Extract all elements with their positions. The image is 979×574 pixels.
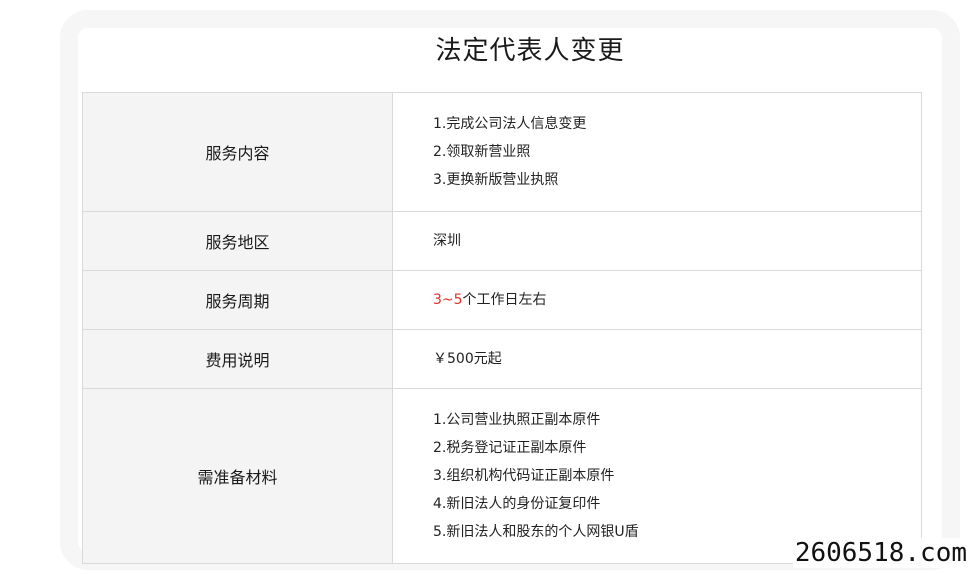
row-label: 需准备材料 [82, 388, 393, 564]
list-item: 2.税务登记证正副本原件 [433, 440, 587, 456]
row-value: 深圳 [392, 211, 922, 271]
row-value: 3~5个工作日左右 [392, 270, 922, 330]
table-row: 服务内容 1.完成公司法人信息变更 2.领取新营业照 3.更换新版营业执照 [82, 92, 922, 212]
table-row: 服务地区 深圳 [82, 211, 922, 271]
list-item: 2.领取新营业照 [433, 144, 531, 160]
service-period: 3~5个工作日左右 [433, 286, 921, 314]
row-value: ￥500元起 [392, 329, 922, 389]
list-item: 1.完成公司法人信息变更 [433, 116, 587, 132]
list-item: 3.组织机构代码证正副本原件 [433, 468, 615, 484]
period-rest: 个工作日左右 [462, 292, 547, 308]
table-row: 费用说明 ￥500元起 [82, 329, 922, 389]
row-label: 服务周期 [82, 270, 393, 330]
table-row: 服务周期 3~5个工作日左右 [82, 270, 922, 330]
row-label: 费用说明 [82, 329, 393, 389]
list-item: 深圳 [433, 233, 461, 249]
list-item: 3.更换新版营业执照 [433, 172, 559, 188]
list-item: 1.公司营业执照正副本原件 [433, 412, 601, 428]
page-title: 法定代表人变更 [435, 36, 625, 66]
row-value: 1.完成公司法人信息变更 2.领取新营业照 3.更换新版营业执照 [392, 92, 922, 212]
list-item: ￥500元起 [433, 351, 502, 367]
page: 法定代表人变更 服务内容 1.完成公司法人信息变更 2.领取新营业照 3.更换新… [0, 0, 979, 574]
period-highlight: 3~5 [433, 292, 463, 308]
site-watermark: 2606518.com [792, 538, 969, 568]
list-item: 4.新旧法人的身份证复印件 [433, 496, 601, 512]
row-label: 服务内容 [82, 92, 393, 212]
row-label: 服务地区 [82, 211, 393, 271]
service-info-table: 服务内容 1.完成公司法人信息变更 2.领取新营业照 3.更换新版营业执照 服务… [82, 92, 922, 564]
